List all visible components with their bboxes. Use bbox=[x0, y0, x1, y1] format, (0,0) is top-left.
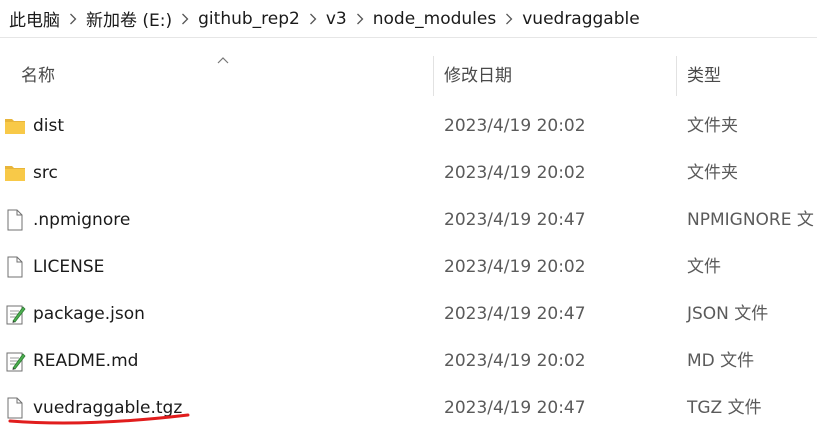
file-row-readme-md[interactable]: README.md 2023/4/19 20:02 MD 文件 bbox=[0, 338, 817, 385]
file-icon bbox=[7, 397, 23, 419]
file-type: 文件夹 bbox=[687, 163, 738, 183]
column-divider[interactable] bbox=[433, 56, 434, 96]
file-explorer-window: 此电脑 新加卷 (E:) github_rep2 v3 node_modules… bbox=[0, 0, 817, 433]
file-date-modified: 2023/4/19 20:02 bbox=[444, 257, 586, 277]
file-row-vuedraggable-tgz[interactable]: vuedraggable.tgz 2023/4/19 20:47 TGZ 文件 bbox=[0, 385, 817, 432]
folder-icon bbox=[5, 166, 25, 181]
notepad-plus-plus-file-icon bbox=[6, 352, 26, 372]
file-name: README.md bbox=[33, 351, 139, 371]
file-type: TGZ 文件 bbox=[687, 398, 762, 418]
file-icon bbox=[7, 256, 23, 278]
file-icon bbox=[7, 209, 23, 231]
breadcrumb-item-github-rep2[interactable]: github_rep2 bbox=[198, 9, 300, 29]
file-date-modified: 2023/4/19 20:47 bbox=[444, 398, 586, 418]
chevron-right-icon[interactable] bbox=[300, 11, 326, 27]
breadcrumb-item-this-pc[interactable]: 此电脑 bbox=[9, 6, 60, 31]
breadcrumb-item-vuedraggable[interactable]: vuedraggable bbox=[522, 9, 639, 29]
file-date-modified: 2023/4/19 20:02 bbox=[444, 351, 586, 371]
sort-ascending-icon bbox=[217, 57, 229, 64]
file-name: src bbox=[33, 163, 58, 183]
column-header-date-modified[interactable]: 修改日期 bbox=[444, 52, 512, 100]
file-type: MD 文件 bbox=[687, 351, 755, 371]
file-date-modified: 2023/4/19 20:02 bbox=[444, 163, 586, 183]
file-name: LICENSE bbox=[33, 257, 105, 277]
file-type: 文件夹 bbox=[687, 116, 738, 136]
file-date-modified: 2023/4/19 20:47 bbox=[444, 304, 586, 324]
column-divider[interactable] bbox=[676, 56, 677, 96]
file-name: .npmignore bbox=[33, 210, 131, 230]
chevron-right-icon[interactable] bbox=[60, 11, 86, 27]
file-date-modified: 2023/4/19 20:47 bbox=[444, 210, 586, 230]
chevron-right-icon[interactable] bbox=[496, 11, 522, 27]
breadcrumb-item-drive-e[interactable]: 新加卷 (E:) bbox=[86, 6, 172, 31]
file-type: 文件 bbox=[687, 257, 721, 277]
file-name: package.json bbox=[33, 304, 145, 324]
chevron-right-icon[interactable] bbox=[347, 11, 373, 27]
file-date-modified: 2023/4/19 20:02 bbox=[444, 116, 586, 136]
file-row-dist[interactable]: dist 2023/4/19 20:02 文件夹 bbox=[0, 103, 817, 150]
breadcrumb: 此电脑 新加卷 (E:) github_rep2 v3 node_modules… bbox=[0, 0, 817, 38]
file-row-package-json[interactable]: package.json 2023/4/19 20:47 JSON 文件 bbox=[0, 291, 817, 338]
folder-icon bbox=[5, 119, 25, 134]
breadcrumb-item-v3[interactable]: v3 bbox=[326, 9, 347, 29]
file-row-npmignore[interactable]: .npmignore 2023/4/19 20:47 NPMIGNORE 文 bbox=[0, 197, 817, 244]
column-header-name[interactable]: 名称 bbox=[21, 52, 55, 100]
chevron-right-icon[interactable] bbox=[172, 11, 198, 27]
file-row-license[interactable]: LICENSE 2023/4/19 20:02 文件 bbox=[0, 244, 817, 291]
file-name: dist bbox=[33, 116, 65, 136]
file-type: JSON 文件 bbox=[687, 304, 769, 324]
column-header-row: 名称 修改日期 类型 bbox=[0, 52, 817, 100]
column-header-type[interactable]: 类型 bbox=[687, 52, 721, 100]
file-type: NPMIGNORE 文 bbox=[687, 210, 814, 230]
file-name: vuedraggable.tgz bbox=[33, 398, 183, 418]
notepad-plus-plus-file-icon bbox=[6, 305, 26, 325]
breadcrumb-item-node-modules[interactable]: node_modules bbox=[373, 9, 497, 29]
file-list: dist 2023/4/19 20:02 文件夹 src 2023/4/19 2… bbox=[0, 103, 817, 432]
file-row-src[interactable]: src 2023/4/19 20:02 文件夹 bbox=[0, 150, 817, 197]
